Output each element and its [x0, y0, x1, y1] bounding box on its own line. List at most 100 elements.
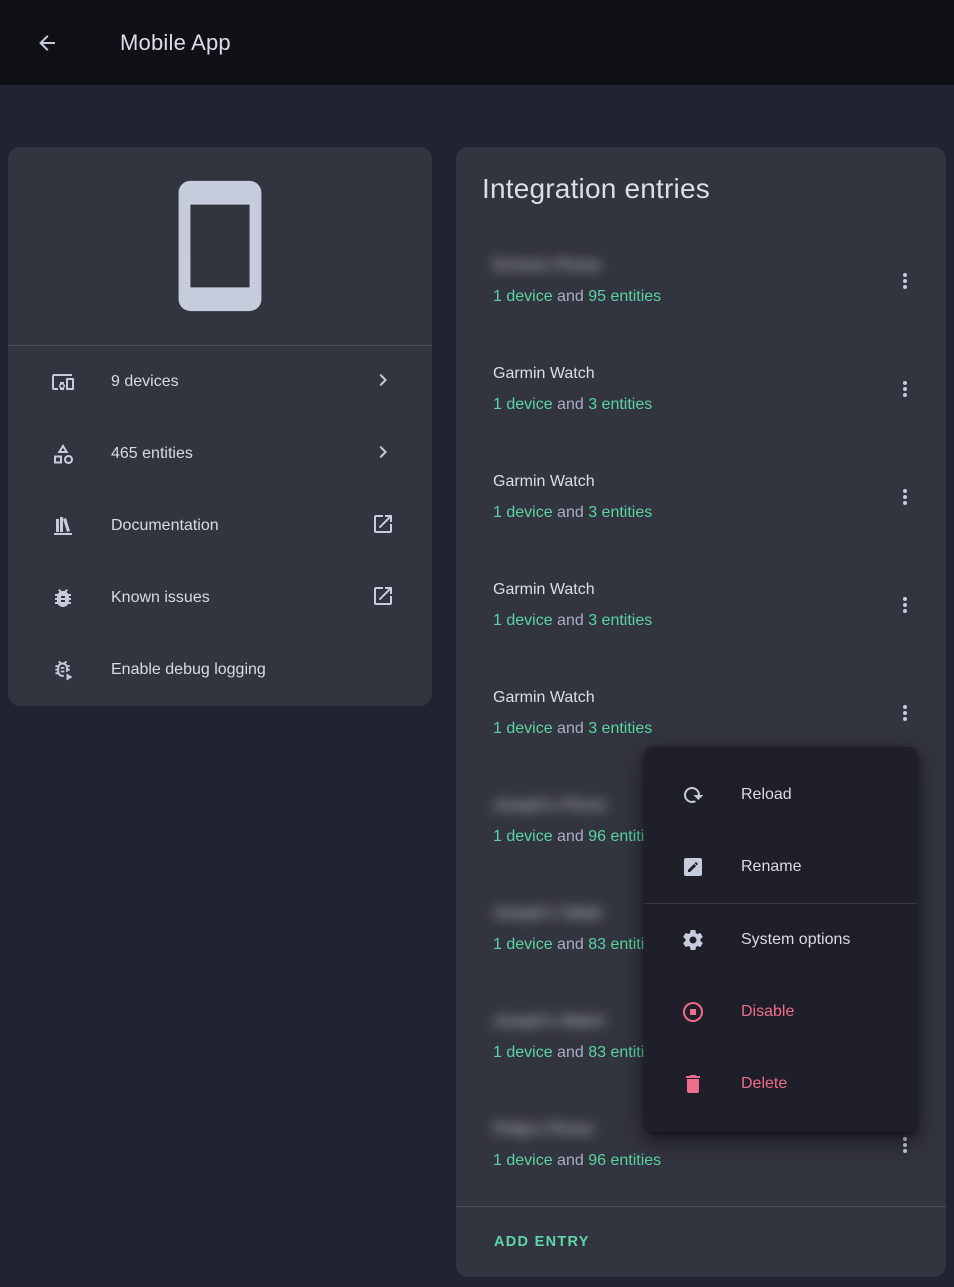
open-in-new-icon	[371, 512, 395, 536]
add-entry-button[interactable]: ADD ENTRY	[456, 1207, 946, 1277]
page-title: Mobile App	[120, 30, 231, 56]
entry-entities-link[interactable]: 95 entities	[588, 288, 661, 305]
entry-menu-button[interactable]	[881, 689, 929, 737]
info-row-label: Documentation	[111, 517, 219, 535]
cog-icon	[681, 928, 705, 952]
menu-item-label: System options	[741, 931, 850, 949]
entry-subtitle: 1 device and 96 entities	[493, 1149, 881, 1173]
entry-devices-link[interactable]: 1 device	[493, 396, 553, 413]
dots-vertical-icon	[893, 593, 917, 617]
menu-item-label: Rename	[741, 858, 801, 876]
entry-devices-link[interactable]: 1 device	[493, 288, 553, 305]
shapes-icon	[51, 442, 75, 466]
rename-box-icon	[681, 855, 705, 879]
dots-vertical-icon	[893, 701, 917, 725]
entry-conjunction: and	[557, 504, 584, 521]
info-row-465-entities[interactable]: 465 entities	[8, 418, 432, 490]
entry-devices-link[interactable]: 1 device	[493, 504, 553, 521]
entry-devices-link[interactable]: 1 device	[493, 720, 553, 737]
entry-menu-button[interactable]	[881, 365, 929, 413]
entry-conjunction: and	[557, 1152, 584, 1169]
integration-logo-area	[8, 147, 432, 345]
entry-row: Garmin Watch 1 device and 3 entities	[456, 443, 946, 551]
info-row-label: 9 devices	[111, 373, 179, 391]
menu-item-system-options[interactable]: System options	[645, 904, 917, 976]
menu-item-rename[interactable]: Rename	[645, 831, 917, 903]
menu-item-reload[interactable]: Reload	[645, 759, 917, 831]
entry-text: Garmin Watch 1 device and 3 entities	[493, 362, 881, 417]
entry-conjunction: and	[557, 288, 584, 305]
entry-text: Emma's Phone 1 device and 95 entities	[493, 254, 881, 309]
arrow-left-icon	[35, 31, 59, 55]
entry-subtitle: 1 device and 3 entities	[493, 393, 881, 417]
entry-subtitle: 1 device and 3 entities	[493, 609, 881, 633]
entry-menu-button[interactable]	[881, 581, 929, 629]
dots-vertical-icon	[893, 269, 917, 293]
entry-conjunction: and	[557, 828, 584, 845]
entry-name: Garmin Watch	[493, 362, 595, 386]
chevron-right-icon	[371, 440, 395, 464]
entry-name-redacted: Emma's Phone	[493, 254, 601, 278]
entry-conjunction: and	[557, 612, 584, 629]
info-row-documentation[interactable]: Documentation	[8, 490, 432, 562]
entry-name: Garmin Watch	[493, 470, 595, 494]
cellphone-icon	[149, 175, 291, 317]
add-entry-label: ADD ENTRY	[494, 1234, 590, 1250]
info-row-label: Enable debug logging	[111, 661, 266, 679]
entry-name-redacted: Philip's Phone	[493, 1118, 594, 1142]
entry-row: Garmin Watch 1 device and 3 entities	[456, 335, 946, 443]
entry-devices-link[interactable]: 1 device	[493, 1044, 553, 1061]
reload-icon	[681, 783, 705, 807]
menu-item-disable[interactable]: Disable	[645, 976, 917, 1048]
delete-icon	[681, 1072, 705, 1096]
entry-devices-link[interactable]: 1 device	[493, 612, 553, 629]
dots-vertical-icon	[893, 1133, 917, 1157]
info-row-9-devices[interactable]: 9 devices	[8, 346, 432, 418]
entry-menu-button[interactable]	[881, 257, 929, 305]
menu-item-label: Delete	[741, 1075, 787, 1093]
info-row-enable-debug-logging[interactable]: Enable debug logging	[8, 634, 432, 706]
entry-entities-link[interactable]: 96 entities	[588, 1152, 661, 1169]
entry-devices-link[interactable]: 1 device	[493, 1152, 553, 1169]
bug-icon	[51, 586, 75, 610]
entry-conjunction: and	[557, 936, 584, 953]
entry-name-redacted: Joseph's Phone	[493, 794, 606, 818]
dots-vertical-icon	[893, 377, 917, 401]
entry-text: Garmin Watch1 device and 3 entities	[493, 578, 881, 633]
entry-row: Garmin Watch1 device and 3 entities	[456, 551, 946, 659]
entries-card-title: Integration entries	[482, 171, 946, 207]
devices-icon	[51, 370, 75, 394]
entry-subtitle: 1 device and 95 entities	[493, 285, 881, 309]
info-link-list: 9 devices 465 entities Documentation Known …	[8, 346, 432, 706]
entry-subtitle: 1 device and 3 entities	[493, 501, 881, 525]
entry-row: Emma's Phone 1 device and 95 entities	[456, 227, 946, 335]
bug-play-icon	[51, 658, 75, 682]
entry-entities-link[interactable]: 3 entities	[588, 720, 652, 737]
entry-entities-link[interactable]: 3 entities	[588, 612, 652, 629]
entry-subtitle: 1 device and 3 entities	[493, 717, 881, 741]
open-in-new-icon	[371, 584, 395, 608]
entry-menu-button[interactable]	[881, 473, 929, 521]
entry-conjunction: and	[557, 396, 584, 413]
dots-vertical-icon	[893, 485, 917, 509]
info-row-label: 465 entities	[111, 445, 193, 463]
entry-name-redacted: Joseph's Watch	[493, 1010, 605, 1034]
menu-item-delete[interactable]: Delete	[645, 1048, 917, 1120]
back-button[interactable]	[23, 19, 71, 67]
entry-entities-link[interactable]: 3 entities	[588, 396, 652, 413]
entry-entities-link[interactable]: 3 entities	[588, 504, 652, 521]
menu-item-label: Reload	[741, 786, 792, 804]
entry-devices-link[interactable]: 1 device	[493, 936, 553, 953]
entry-devices-link[interactable]: 1 device	[493, 828, 553, 845]
entry-text: Garmin Watch 1 device and 3 entities	[493, 686, 881, 741]
entry-name: Garmin Watch	[493, 686, 595, 710]
menu-item-label: Disable	[741, 1003, 794, 1021]
entry-conjunction: and	[557, 1044, 584, 1061]
chevron-right-icon	[371, 368, 395, 392]
integration-info-card: 9 devices 465 entities Documentation Known …	[8, 147, 432, 706]
app-header: Mobile App	[0, 0, 954, 85]
entry-text: Garmin Watch 1 device and 3 entities	[493, 470, 881, 525]
info-row-known-issues[interactable]: Known issues	[8, 562, 432, 634]
bookshelf-icon	[51, 514, 75, 538]
entry-context-menu: Reload Rename System options Disable Delete	[645, 747, 917, 1132]
